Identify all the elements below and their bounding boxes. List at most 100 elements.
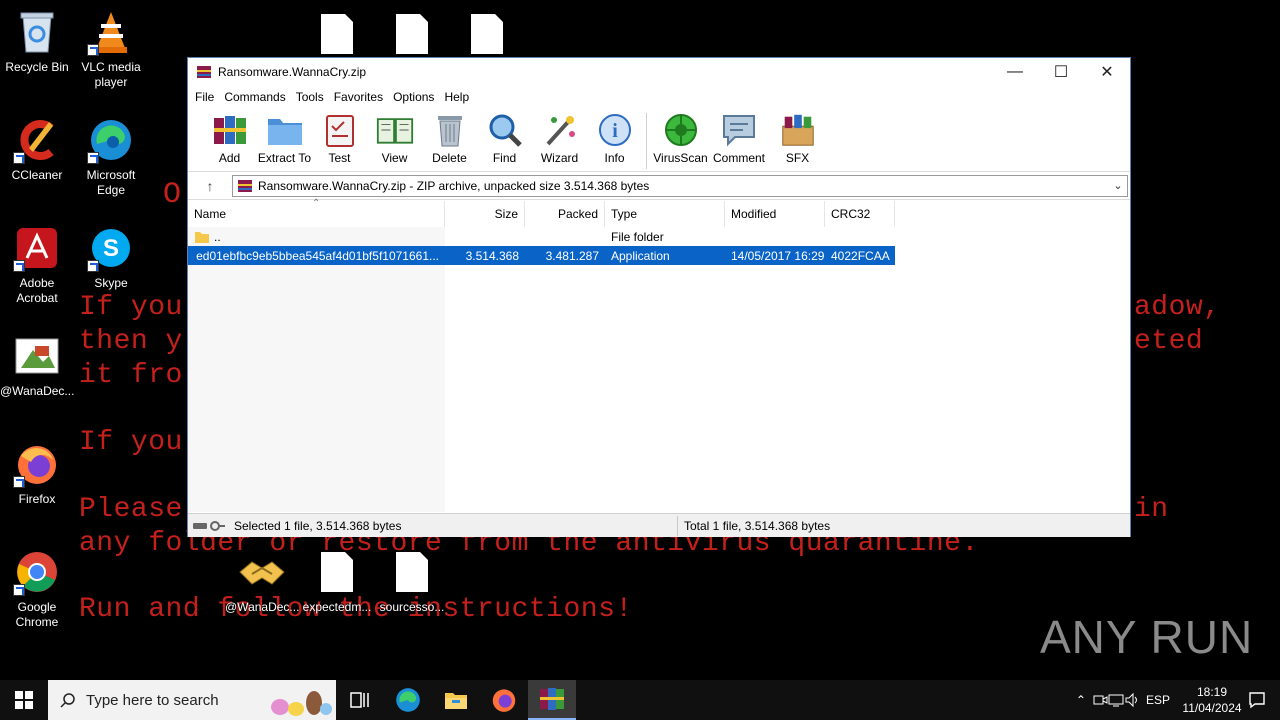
- taskbar-file-explorer[interactable]: [432, 680, 480, 720]
- icon-label: Skype: [94, 276, 128, 290]
- desktop-icon-firefox[interactable]: Firefox: [0, 440, 74, 507]
- wizard-label: Wizard: [540, 151, 579, 165]
- test-button[interactable]: Test: [312, 111, 367, 165]
- menu-commands[interactable]: Commands: [219, 90, 290, 104]
- desktop-file[interactable]: [300, 10, 374, 62]
- test-label: Test: [328, 151, 351, 165]
- meet-now-icon[interactable]: [1092, 692, 1108, 708]
- taskbar-winrar[interactable]: [528, 680, 576, 720]
- clock[interactable]: 18:19 11/04/2024: [1176, 684, 1248, 716]
- delete-button[interactable]: Delete: [422, 111, 477, 165]
- desktop-icon-vlc[interactable]: VLC media player: [74, 8, 148, 90]
- row-type: Application: [611, 248, 670, 263]
- icon-label: CCleaner: [11, 168, 63, 182]
- windows-icon: [15, 691, 33, 709]
- task-view-button[interactable]: [336, 680, 384, 720]
- comment-button[interactable]: Comment: [708, 111, 770, 165]
- info-icon: i: [598, 114, 631, 146]
- col-modified[interactable]: Modified: [725, 201, 825, 227]
- desktop-file[interactable]: [450, 10, 524, 62]
- firefox-icon: [492, 689, 516, 712]
- file-icon: [471, 14, 503, 54]
- chevron-up-icon[interactable]: ⌃: [1076, 693, 1086, 707]
- winrar-app-icon: [197, 66, 211, 78]
- desktop-icon-recycle-bin[interactable]: Recycle Bin: [0, 8, 74, 75]
- table-row-selected[interactable]: ed01ebfbc9eb5bbea545af4d01bf5f1071661...…: [188, 246, 895, 265]
- close-button[interactable]: ✕: [1084, 58, 1130, 86]
- desktop-icon-sources[interactable]: sourcesso...: [375, 548, 449, 615]
- magnifier-icon: [489, 114, 522, 147]
- up-arrow-icon[interactable]: ↑: [188, 178, 232, 194]
- table-row[interactable]: .. File folder: [188, 227, 1130, 246]
- menu-help[interactable]: Help: [439, 90, 474, 104]
- row-type: File folder: [611, 229, 664, 244]
- desktop-icon-expected[interactable]: expectedm...: [300, 548, 374, 615]
- icon-label: VLC media player: [81, 60, 141, 89]
- language-indicator[interactable]: ESP: [1146, 693, 1170, 707]
- maximize-button[interactable]: ☐: [1038, 58, 1084, 86]
- taskbar: Type here to search ⌃ ESP 18:19 11/04/20…: [0, 680, 1280, 720]
- chevron-down-icon[interactable]: ⌄: [1109, 179, 1127, 192]
- taskbar-firefox[interactable]: [480, 680, 528, 720]
- name-column-shade: [188, 227, 445, 512]
- desktop-icon-wanadecryptor-exe[interactable]: @WanaDec...: [225, 548, 299, 615]
- add-button[interactable]: Add: [202, 111, 257, 165]
- icon-label: sourcesso...: [379, 600, 445, 614]
- col-type[interactable]: Type: [605, 201, 725, 227]
- file-list[interactable]: ⌃ Name Size Packed Type Modified CRC32 .…: [188, 198, 1130, 512]
- col-size[interactable]: Size: [445, 201, 525, 227]
- address-text: Ransomware.WannaCry.zip - ZIP archive, u…: [258, 178, 650, 193]
- file-icon: [321, 14, 353, 54]
- desktop-icon-chrome[interactable]: Google Chrome: [0, 548, 74, 630]
- virusscan-button[interactable]: VirusScan: [653, 111, 708, 165]
- desktop-file[interactable]: [375, 10, 449, 62]
- view-book-icon: [376, 118, 413, 144]
- address-bar[interactable]: Ransomware.WannaCry.zip - ZIP archive, u…: [232, 174, 1128, 197]
- desktop-icon-edge[interactable]: Microsoft Edge: [74, 116, 148, 198]
- virusscan-label: VirusScan: [653, 151, 708, 165]
- network-icon[interactable]: [1108, 692, 1124, 708]
- col-packed[interactable]: Packed: [525, 201, 605, 227]
- wallpaper-line: adow,: [1134, 292, 1221, 323]
- status-bar: Selected 1 file, 3.514.368 bytes Total 1…: [188, 513, 1130, 537]
- info-button[interactable]: i Info: [587, 111, 642, 165]
- sfx-button[interactable]: SFX: [770, 111, 825, 165]
- clock-time: 18:19: [1196, 685, 1228, 699]
- notifications-icon[interactable]: [1248, 691, 1266, 709]
- find-label: Find: [492, 151, 517, 165]
- minimize-button[interactable]: —: [992, 58, 1038, 86]
- system-tray: ⌃ ESP 18:19 11/04/2024: [1070, 680, 1280, 720]
- menu-bar: File Commands Tools Favorites Options He…: [188, 86, 1130, 108]
- row-name: ed01ebfbc9eb5bbea545af4d01bf5f1071661...: [196, 248, 439, 263]
- menu-favorites[interactable]: Favorites: [329, 90, 388, 104]
- volume-icon[interactable]: [1124, 692, 1140, 708]
- list-header: ⌃ Name Size Packed Type Modified CRC32: [188, 198, 1130, 227]
- row-packed: 3.481.287: [545, 248, 599, 263]
- menu-options[interactable]: Options: [388, 90, 439, 104]
- folder-icon: [445, 693, 467, 709]
- desktop-icon-acrobat[interactable]: Adobe Acrobat: [0, 224, 74, 306]
- desktop-icon-ccleaner[interactable]: CCleaner: [0, 116, 74, 183]
- magic-wand-icon: [546, 116, 575, 146]
- view-label: View: [381, 151, 408, 165]
- start-button[interactable]: [0, 680, 48, 720]
- desktop-icon-skype[interactable]: S Skype: [74, 224, 148, 291]
- menu-file[interactable]: File: [190, 90, 219, 104]
- taskbar-search[interactable]: Type here to search: [48, 680, 336, 720]
- menu-tools[interactable]: Tools: [291, 90, 329, 104]
- col-crc32[interactable]: CRC32: [825, 201, 895, 227]
- view-button[interactable]: View: [367, 111, 422, 165]
- wizard-button[interactable]: Wizard: [532, 111, 587, 165]
- winrar-window[interactable]: Ransomware.WannaCry.zip — ☐ ✕ File Comma…: [187, 57, 1131, 537]
- title-bar[interactable]: Ransomware.WannaCry.zip — ☐ ✕: [188, 58, 1130, 86]
- extract-to-button[interactable]: Extract To: [257, 111, 312, 165]
- handshake-icon: [239, 561, 285, 585]
- toolbar-separator: [646, 113, 647, 169]
- file-icon: [396, 552, 428, 592]
- icon-label: @WanaDec...: [225, 600, 300, 614]
- wallpaper-line: then y: [79, 326, 183, 357]
- desktop-icon-wanadecryptor-bmp[interactable]: @WanaDec...: [0, 332, 74, 399]
- wallpaper-line: it fro: [79, 360, 183, 391]
- taskbar-edge[interactable]: [384, 680, 432, 720]
- find-button[interactable]: Find: [477, 111, 532, 165]
